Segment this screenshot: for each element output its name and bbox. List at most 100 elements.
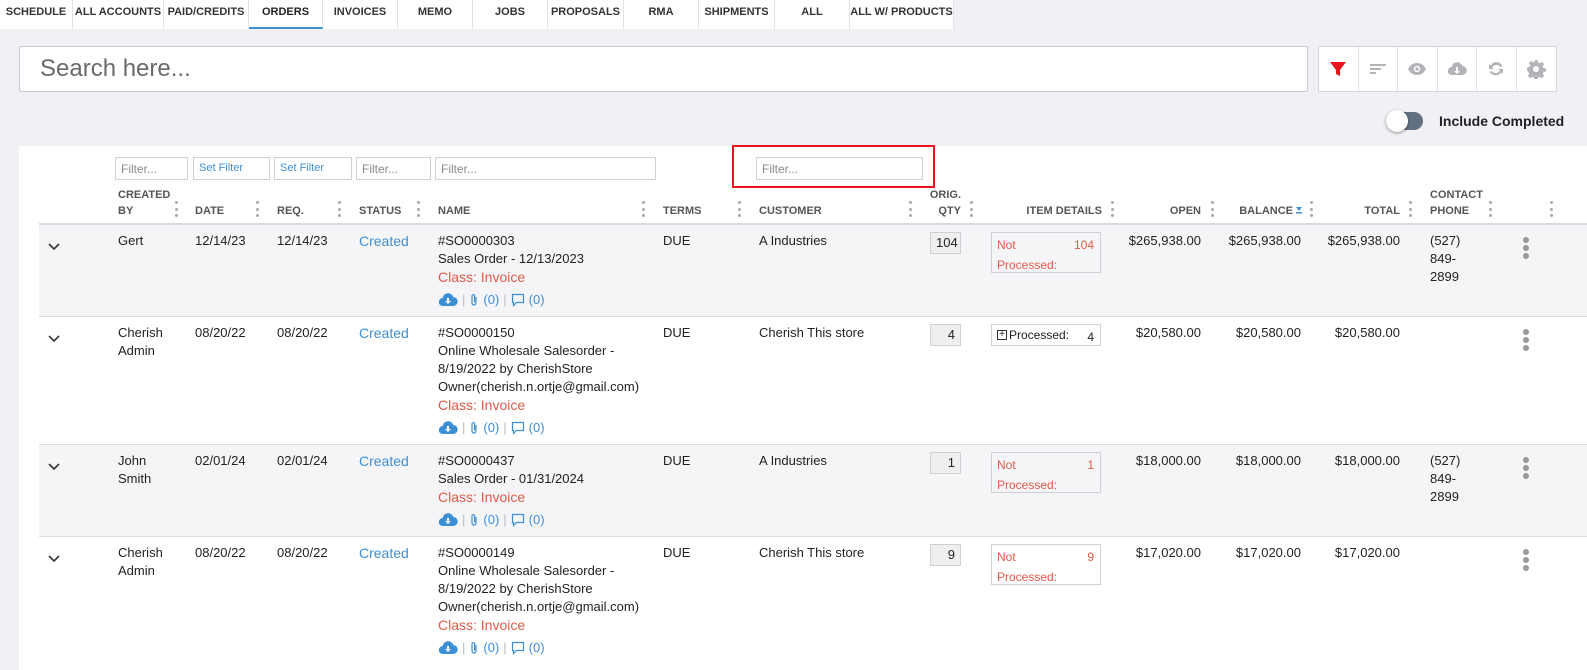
header-contact-phone[interactable]: CONTACT PHONE <box>1430 187 1483 219</box>
comments-count[interactable]: (0) <box>529 640 545 655</box>
comment-icon[interactable] <box>511 421 525 435</box>
created-by-line: Cherish <box>118 325 163 340</box>
status-cell[interactable]: Created <box>359 452 409 470</box>
column-menu-icon[interactable] <box>175 201 179 217</box>
created-by-cell: Gert <box>118 232 188 250</box>
date-set-filter[interactable]: Set Filter <box>193 157 270 180</box>
filter-button[interactable] <box>1319 47 1359 91</box>
tab-proposals[interactable]: PROPOSALS <box>548 0 624 29</box>
chevron-down-icon[interactable] <box>48 333 60 345</box>
row-menu-icon[interactable] <box>1523 549 1529 571</box>
column-menu-icon[interactable] <box>417 201 421 217</box>
header-created-by[interactable]: CREATED BY <box>118 187 170 219</box>
chevron-down-icon[interactable] <box>48 241 60 253</box>
status-cell[interactable]: Created <box>359 544 409 562</box>
created-by-filter[interactable] <box>115 157 188 180</box>
chevron-down-icon[interactable] <box>48 553 60 565</box>
cloud-download-icon[interactable] <box>438 420 458 435</box>
row-menu-icon[interactable] <box>1523 457 1529 479</box>
toggle-knob <box>1386 110 1408 132</box>
req-set-filter[interactable]: Set Filter <box>274 157 352 180</box>
header-total[interactable]: TOTAL <box>1330 203 1400 219</box>
header-terms[interactable]: TERMS <box>663 203 702 219</box>
tab-invoices[interactable]: INVOICES <box>323 0 398 29</box>
header-name[interactable]: NAME <box>438 203 470 219</box>
order-number[interactable]: #SO0000149 <box>438 544 648 562</box>
eye-icon <box>1408 63 1427 75</box>
column-menu-icon[interactable] <box>1310 201 1314 217</box>
header-open[interactable]: OPEN <box>1130 203 1201 219</box>
paperclip-icon[interactable] <box>469 513 479 527</box>
column-menu-icon[interactable] <box>970 201 974 217</box>
column-menu-icon[interactable] <box>1111 201 1115 217</box>
comment-icon[interactable] <box>511 293 525 307</box>
open-cell: $20,580.00 <box>1135 325 1201 340</box>
tab-shipments[interactable]: SHIPMENTS <box>699 0 775 29</box>
tab-memo[interactable]: MEMO <box>398 0 473 29</box>
attachments-count[interactable]: (0) <box>483 292 499 307</box>
row-actions: | (0) | (0) <box>438 420 545 435</box>
paperclip-icon[interactable] <box>469 641 479 655</box>
attachments-count[interactable]: (0) <box>483 640 499 655</box>
separator: | <box>503 512 507 527</box>
download-button[interactable] <box>1438 47 1477 91</box>
status-cell[interactable]: Created <box>359 324 409 342</box>
comment-icon[interactable] <box>511 641 525 655</box>
expand-icon[interactable]: + <box>997 330 1007 340</box>
column-menu-icon[interactable] <box>1489 201 1493 217</box>
tab-all-with-products[interactable]: ALL W/ PRODUCTS <box>850 0 954 29</box>
tab-all[interactable]: ALL <box>775 0 850 29</box>
name-filter[interactable] <box>435 157 656 180</box>
header-date[interactable]: DATE <box>195 203 224 219</box>
item-details-cell: Not Processed: 1 <box>991 452 1101 493</box>
comment-icon[interactable] <box>511 513 525 527</box>
header-status[interactable]: STATUS <box>359 203 401 219</box>
grid-toolbar <box>1318 46 1557 92</box>
row-menu-icon[interactable] <box>1523 329 1529 351</box>
status-filter[interactable] <box>356 157 431 180</box>
column-menu-icon[interactable] <box>909 201 913 217</box>
tab-bar: SCHEDULE ALL ACCOUNTS PAID/CREDITS ORDER… <box>0 0 954 29</box>
comments-count[interactable]: (0) <box>529 420 545 435</box>
row-menu-icon[interactable] <box>1523 237 1529 259</box>
header-item-details[interactable]: ITEM DETAILS <box>990 203 1102 219</box>
attachments-count[interactable]: (0) <box>483 512 499 527</box>
paperclip-icon[interactable] <box>469 293 479 307</box>
tab-jobs[interactable]: JOBS <box>473 0 548 29</box>
header-customer[interactable]: CUSTOMER <box>759 203 822 219</box>
column-menu-icon[interactable] <box>1409 201 1413 217</box>
search-input[interactable] <box>19 46 1308 92</box>
refresh-button[interactable] <box>1477 47 1517 91</box>
column-menu-icon[interactable] <box>642 201 646 217</box>
attachments-count[interactable]: (0) <box>483 420 499 435</box>
comments-count[interactable]: (0) <box>529 512 545 527</box>
column-menu-icon[interactable] <box>1211 201 1215 217</box>
cloud-download-icon[interactable] <box>438 292 458 307</box>
include-completed-toggle[interactable] <box>1386 110 1423 132</box>
tab-rma[interactable]: RMA <box>624 0 699 29</box>
comments-count[interactable]: (0) <box>529 292 545 307</box>
header-balance[interactable]: BALANCE <box>1220 203 1293 219</box>
sort-button[interactable] <box>1359 47 1398 91</box>
header-req[interactable]: REQ. <box>277 203 304 219</box>
column-menu-icon[interactable] <box>338 201 342 217</box>
column-menu-icon[interactable] <box>256 201 260 217</box>
settings-button[interactable] <box>1517 47 1557 91</box>
separator: | <box>503 420 507 435</box>
column-menu-icon[interactable] <box>1550 201 1554 217</box>
status-cell[interactable]: Created <box>359 232 409 250</box>
column-menu-icon[interactable] <box>738 201 742 217</box>
order-number[interactable]: #SO0000150 <box>438 324 648 342</box>
header-orig-qty[interactable]: ORIG. QTY <box>912 187 961 219</box>
tab-schedule[interactable]: SCHEDULE <box>0 0 73 29</box>
order-number[interactable]: #SO0000303 <box>438 232 648 250</box>
order-number[interactable]: #SO0000437 <box>438 452 648 470</box>
tab-paid-credits[interactable]: PAID/CREDITS <box>164 0 249 29</box>
cloud-download-icon[interactable] <box>438 512 458 527</box>
visibility-button[interactable] <box>1398 47 1438 91</box>
tab-all-accounts[interactable]: ALL ACCOUNTS <box>73 0 164 29</box>
tab-orders[interactable]: ORDERS <box>249 0 323 29</box>
paperclip-icon[interactable] <box>469 421 479 435</box>
chevron-down-icon[interactable] <box>48 461 60 473</box>
cloud-download-icon[interactable] <box>438 640 458 655</box>
